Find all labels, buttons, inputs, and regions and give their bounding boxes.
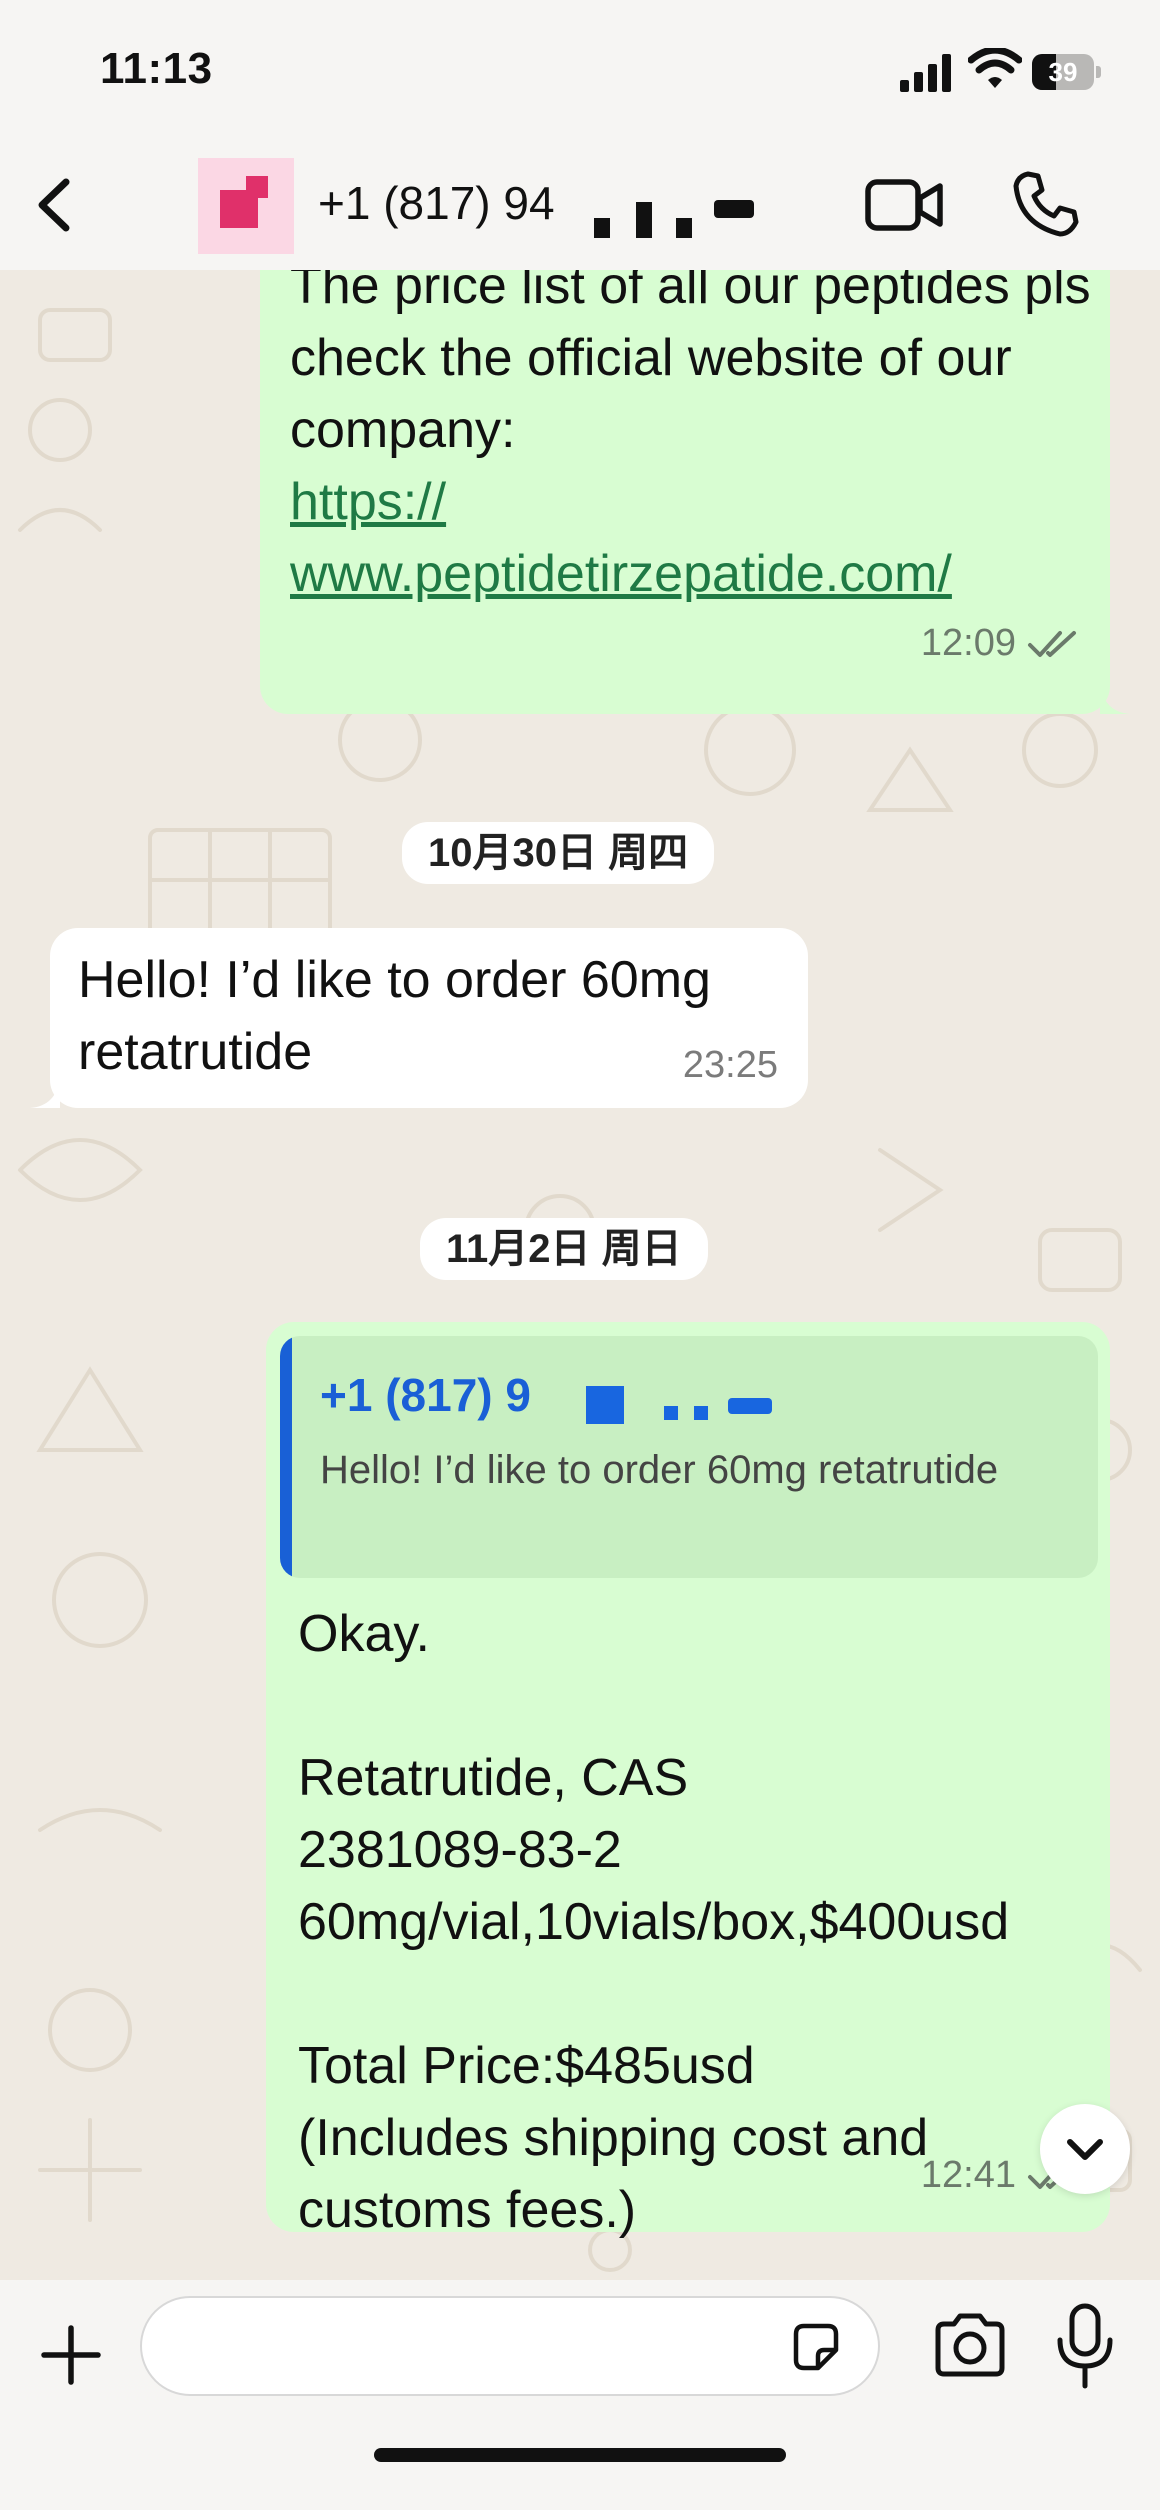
video-call-button[interactable] (864, 170, 944, 240)
chat-header: +1 (817) 94 (0, 140, 1160, 270)
redaction-mark (694, 1406, 708, 1420)
cellular-signal-icon (900, 52, 952, 92)
message-text: The price list of all our peptides pls c… (290, 270, 1100, 610)
home-indicator (374, 2448, 786, 2462)
outgoing-message[interactable]: The price list of all our peptides pls c… (260, 270, 1130, 714)
outgoing-message[interactable]: +1 (817) 9 Hello! I’d like to order 60mg… (266, 1322, 1110, 2239)
quoted-text: Hello! I’d like to order 60mg retatrutid… (320, 1448, 999, 1492)
date-separator: 10月30日 周四 (402, 822, 715, 884)
chevron-down-icon (1067, 2139, 1103, 2160)
bubble-tail (1100, 684, 1130, 714)
redaction-mark (586, 1386, 624, 1424)
message-input[interactable] (182, 2298, 786, 2396)
battery-icon: 39 (1032, 54, 1101, 90)
camera-button[interactable] (930, 2310, 1010, 2380)
avatar[interactable] (198, 158, 294, 254)
redaction-mark (728, 1398, 772, 1414)
attach-button[interactable] (36, 2320, 106, 2390)
website-link[interactable]: https:// www.peptidetirzepatide.com/ (290, 466, 1100, 610)
status-time: 11:13 (100, 44, 213, 93)
message-input-box[interactable] (140, 2296, 880, 2396)
incoming-message[interactable]: Hello! I’d like to order 60mg retatrutid… (30, 928, 808, 1108)
bubble-tail (30, 1078, 60, 1108)
redaction-mark (636, 202, 652, 238)
microphone-button[interactable] (1052, 2300, 1118, 2392)
quoted-message[interactable]: +1 (817) 9 Hello! I’d like to order 60mg… (280, 1336, 1098, 1578)
battery-percent: 39 (1048, 57, 1078, 87)
chat-area[interactable]: The price list of all our peptides pls c… (0, 270, 1160, 2280)
quoted-sender: +1 (817) 9 (320, 1369, 531, 1421)
contact-name[interactable]: +1 (817) 94 (318, 176, 555, 230)
status-bar: 11:13 39 (0, 0, 1160, 140)
redaction-mark (714, 200, 754, 218)
redaction-mark (664, 1406, 678, 1420)
message-meta: 12:09 (921, 622, 1080, 665)
message-time: 12:41 (920, 2154, 1016, 2196)
message-body: Okay. Retatrutide, CAS 2381089-83-2 60mg… (298, 1605, 1010, 2239)
message-time: 23:25 (682, 1044, 778, 1086)
sticker-button[interactable] (788, 2320, 844, 2376)
redaction-mark (594, 218, 610, 238)
message-time: 12:09 (920, 622, 1016, 664)
double-check-icon (1028, 630, 1076, 657)
message-meta: 23:25 (683, 1044, 778, 1087)
back-button[interactable] (18, 162, 94, 248)
redaction-mark (676, 218, 692, 238)
date-separator: 11月2日 周日 (420, 1218, 708, 1280)
message-composer (0, 2280, 1160, 2510)
wifi-icon (968, 48, 1022, 88)
voice-call-button[interactable] (1010, 168, 1082, 240)
message-body: The price list of all our peptides pls c… (290, 270, 1106, 459)
quote-accent-bar (280, 1336, 292, 1578)
scroll-to-bottom-button[interactable] (1040, 2104, 1130, 2194)
